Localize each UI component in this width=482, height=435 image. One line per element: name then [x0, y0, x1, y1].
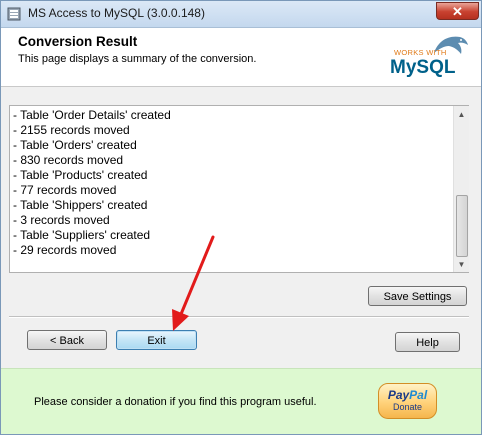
mysql-logo: WORKS WITH MySQL	[386, 30, 471, 82]
wizard-header: Conversion Result This page displays a s…	[1, 28, 481, 87]
database-icon	[7, 7, 21, 21]
paypal-donate-label: Donate	[392, 402, 423, 412]
logo-mysql-text: MySQL	[390, 57, 456, 78]
scroll-up-arrow-icon[interactable]: ▲	[454, 107, 469, 122]
close-button[interactable]: ✕	[436, 2, 479, 20]
close-icon: ✕	[452, 4, 463, 19]
log-line: - 77 records moved	[13, 183, 117, 197]
page-subtitle: This page displays a summary of the conv…	[18, 53, 257, 65]
donation-text: Please consider a donation if you find t…	[34, 396, 317, 408]
log-line: - Table 'Suppliers' created	[13, 228, 151, 242]
log-line: - Table 'Order Details' created	[13, 108, 171, 122]
donation-footer: Please consider a donation if you find t…	[1, 368, 481, 434]
log-line: - Table 'Orders' created	[13, 138, 137, 152]
separator	[9, 316, 469, 318]
paypal-donate-button[interactable]: PayPal Donate	[378, 383, 437, 419]
page-title: Conversion Result	[18, 34, 138, 49]
exit-button[interactable]: Exit	[116, 330, 197, 350]
log-line: - 3 records moved	[13, 213, 110, 227]
log-line: - 2155 records moved	[13, 123, 130, 137]
back-button[interactable]: < Back	[27, 330, 107, 350]
logo-works-with: WORKS WITH	[394, 48, 447, 57]
log-line: - 29 records moved	[13, 243, 117, 257]
paypal-logo: PayPal	[379, 388, 436, 402]
help-button[interactable]: Help	[395, 332, 460, 352]
vertical-scrollbar[interactable]: ▲ ▼	[453, 106, 469, 272]
log-line: - 830 records moved	[13, 153, 124, 167]
paypal-pay-text: Pay	[387, 388, 410, 402]
log-line: - Table 'Shippers' created	[13, 198, 148, 212]
log-line: - Table 'Products' created	[13, 168, 148, 182]
log-list: - Table 'Order Details' created - 2155 re…	[13, 108, 453, 258]
scroll-down-arrow-icon[interactable]: ▼	[454, 257, 469, 272]
paypal-pal-text: Pal	[409, 388, 428, 402]
conversion-log[interactable]: - Table 'Order Details' created - 2155 re…	[9, 105, 469, 273]
save-settings-button[interactable]: Save Settings	[368, 286, 467, 306]
scroll-thumb[interactable]	[456, 195, 468, 257]
main-window: MS Access to MySQL (3.0.0.148) ✕ Convers…	[0, 0, 482, 435]
window-title: MS Access to MySQL (3.0.0.148)	[28, 6, 205, 20]
title-bar[interactable]: MS Access to MySQL (3.0.0.148) ✕	[1, 1, 481, 28]
